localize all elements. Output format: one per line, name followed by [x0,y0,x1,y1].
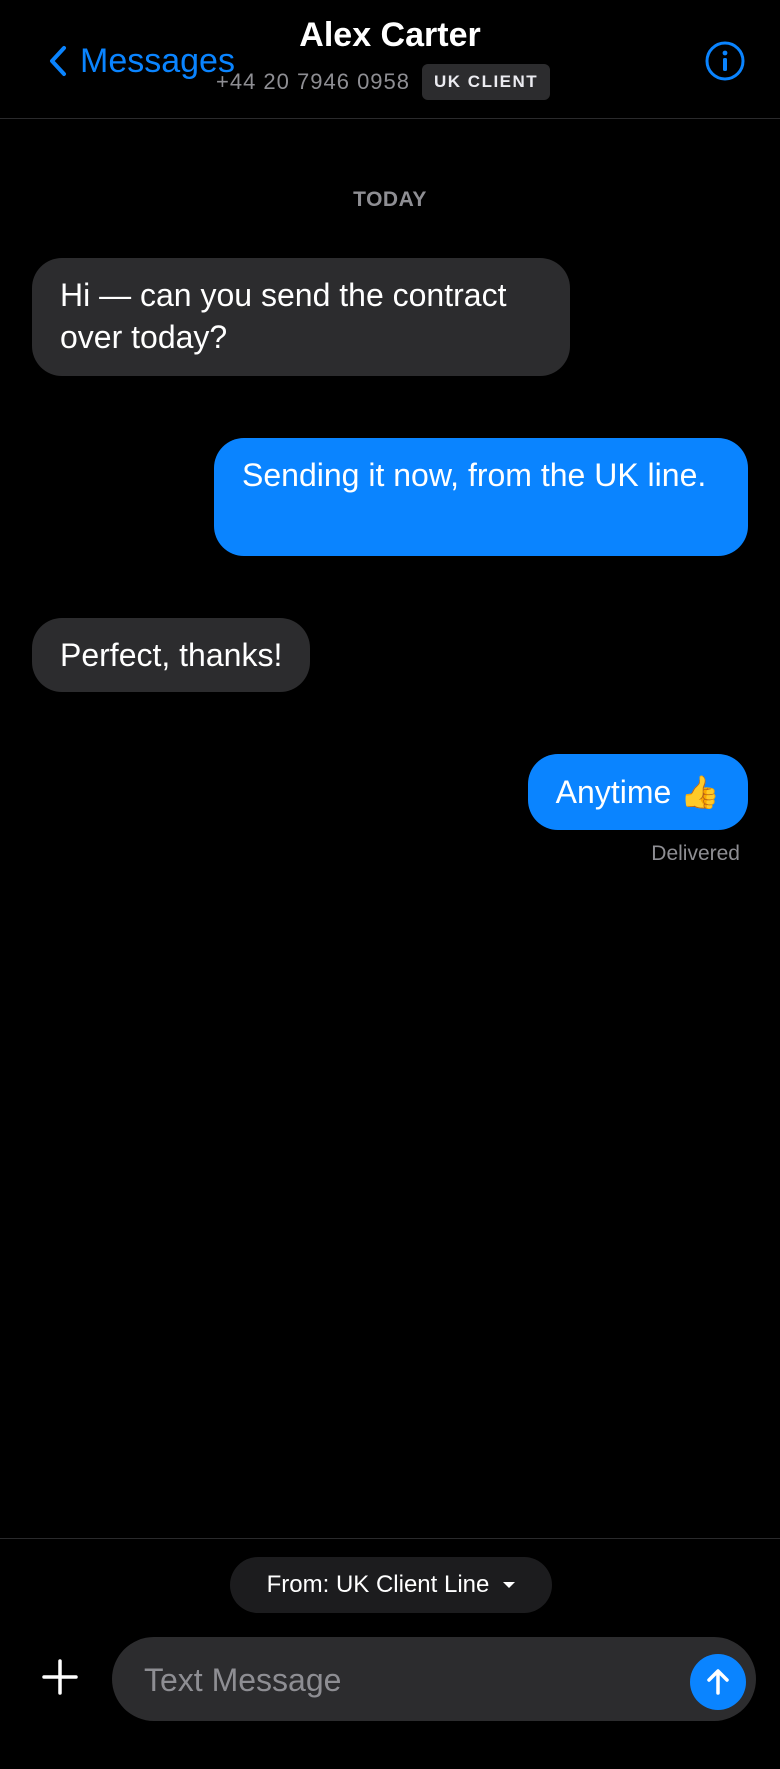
day-separator: TODAY [353,188,427,211]
contact-phone: +44 20 7946 0958 [216,69,411,94]
delivery-status: Delivered [651,842,740,865]
send-button[interactable] [690,1654,746,1710]
arrow-up-icon [707,1669,729,1695]
contact-badge: UK CLIENT [422,64,551,100]
from-line-label: From: UK Client Line [266,1571,490,1598]
from-line-picker[interactable]: From: UK Client Line [230,1557,552,1613]
message-input[interactable] [142,1637,666,1723]
message-bubble-incoming[interactable]: Perfect, thanks! [32,618,311,692]
message-bubble-incoming[interactable]: Hi — can you send the contract over toda… [32,258,570,376]
contact-name[interactable]: Alex Carter [0,16,780,55]
message-bubble-outgoing[interactable]: Sending it now, from the UK line. [214,438,748,556]
message-bubble-outgoing[interactable]: Anytime 👍 [527,754,748,830]
composer-bar: From: UK Client Line [0,1538,780,1769]
caret-down-icon [503,1582,516,1588]
contact-subtitle: +44 20 7946 0958 UK CLIENT [216,64,551,100]
plus-icon[interactable] [40,1657,80,1697]
conversation-header: Messages Alex Carter +44 20 7946 0958 UK… [0,0,780,119]
info-icon[interactable] [704,40,746,82]
message-input-container [112,1637,756,1723]
